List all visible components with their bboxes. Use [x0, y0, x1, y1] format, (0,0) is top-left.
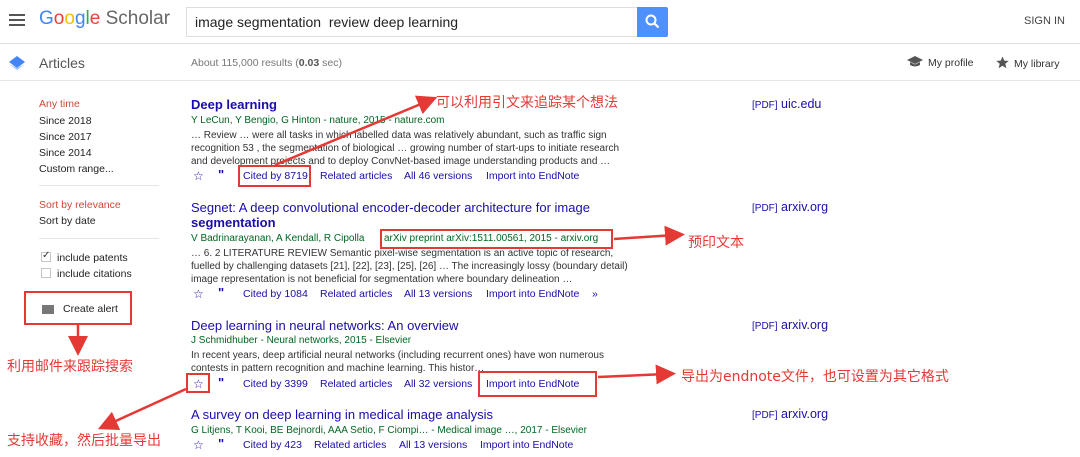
annotation-preprint-note: 预印文本 — [688, 235, 744, 251]
annotation-star-note: 支持收藏，然后批量导出 — [7, 433, 161, 449]
annotation-arrows — [68, 95, 685, 430]
annotation-endnote-note: 导出为endnote文件，也可设置为其它格式 — [681, 369, 949, 385]
annotation-cite-note: 可以利用引文来追踪某个想法 — [436, 95, 618, 111]
annotation-alert-note: 利用邮件来跟踪搜索 — [7, 359, 133, 375]
